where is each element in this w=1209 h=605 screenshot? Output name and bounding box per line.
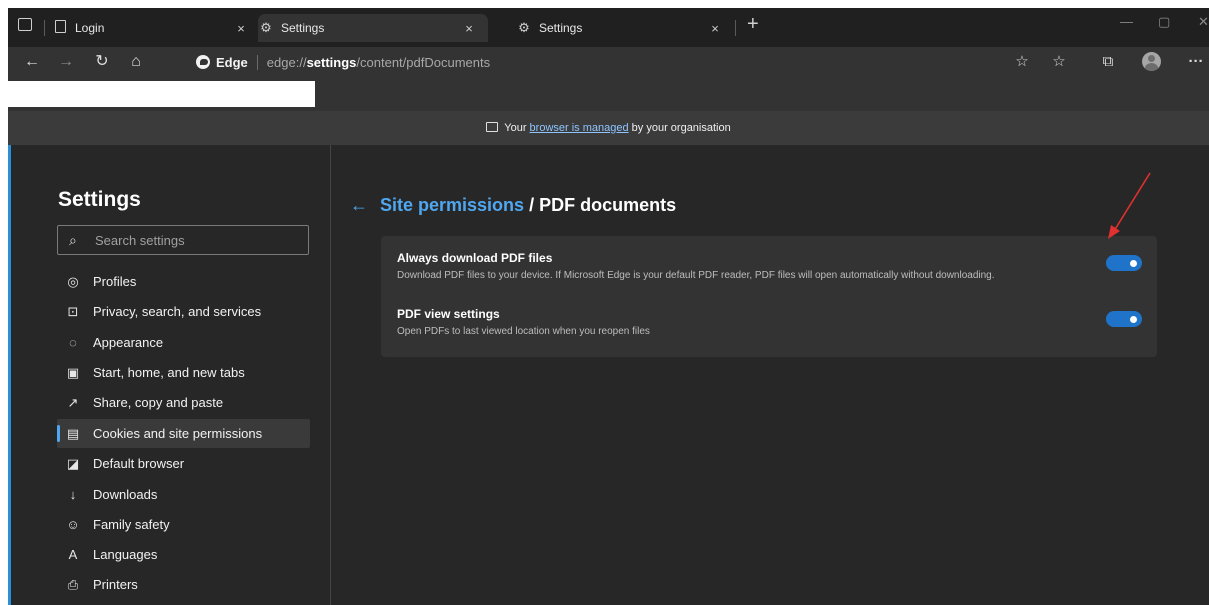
edge-logo-icon <box>196 55 210 69</box>
setting-description: Download PDF files to your device. If Mi… <box>397 270 995 281</box>
url-path: /content/pdfDocuments <box>356 54 491 70</box>
sidebar-item-label: Start, home, and new tabs <box>93 365 245 380</box>
url-prefix: edge:// <box>266 54 307 70</box>
always-download-toggle[interactable] <box>1106 255 1142 271</box>
setting-title: PDF view settings <box>397 307 500 321</box>
omnibox-separator <box>256 54 258 70</box>
tab-title: Settings <box>281 21 325 35</box>
sidebar-item-languages[interactable]: A Languages <box>57 540 310 569</box>
add-favorite-icon[interactable]: ☆ <box>1012 52 1032 72</box>
sidebar-item-label: Languages <box>93 547 158 562</box>
tab-title: Login <box>75 21 105 35</box>
search-box[interactable]: ⌕ <box>57 225 309 255</box>
sidebar-item-profiles[interactable]: ◎ Profiles <box>57 267 310 296</box>
refresh-button[interactable]: ↻ <box>92 52 112 72</box>
sidebar-item-label: Profiles <box>93 274 137 289</box>
search-input[interactable] <box>93 231 308 249</box>
sidebar-item-label: Appearance <box>93 335 164 350</box>
favorites-bar <box>8 77 1209 111</box>
setting-always-download-pdf: Always download PDF files Download PDF f… <box>397 251 1142 281</box>
annotation-arrow-icon <box>1108 172 1151 239</box>
maximize-button[interactable]: ▢ <box>1158 14 1170 30</box>
tab-settings[interactable]: ⚙ Settings × <box>516 14 722 42</box>
managed-link[interactable]: browser is managed <box>530 122 629 134</box>
address-bar[interactable]: Edge edge:// settings /content/pdfDocume… <box>196 51 490 73</box>
close-icon[interactable]: × <box>708 21 722 36</box>
back-button[interactable]: ← <box>22 52 42 72</box>
forward-button[interactable]: → <box>56 52 76 72</box>
sidebar-item-printers[interactable]: ⎙ Printers <box>57 570 310 599</box>
browser-window: Login × ⚙ Settings × ⚙ Settings × + — ▢ … <box>8 8 1209 605</box>
page-icon <box>52 20 68 36</box>
profile-avatar[interactable] <box>1142 52 1161 71</box>
sidebar-item-cookies[interactable]: ▤ Cookies and site permissions <box>57 419 310 448</box>
share-icon: ↗ <box>67 394 79 410</box>
sidebar-item-start-home[interactable]: ▣ Start, home, and new tabs <box>57 358 310 387</box>
sidebar-item-default-browser[interactable]: ◪ Default browser <box>57 449 310 478</box>
default-browser-icon: ◪ <box>66 455 80 471</box>
printer-icon: ⎙ <box>67 576 79 592</box>
back-arrow-icon[interactable]: ← <box>350 195 368 216</box>
tab-login[interactable]: Login × <box>52 14 248 42</box>
tab-actions-icon[interactable] <box>18 18 34 34</box>
setting-pdf-view: PDF view settings Open PDFs to last view… <box>397 307 1142 337</box>
sidebar-item-privacy[interactable]: ⊡ Privacy, search, and services <box>57 297 310 326</box>
gear-icon: ⚙ <box>260 20 272 35</box>
sidebar-item-appearance[interactable]: ◌ Appearance <box>57 328 310 357</box>
palette-icon: ◌ <box>69 335 77 350</box>
sidebar-item-label: Downloads <box>93 487 158 502</box>
pdf-view-toggle[interactable] <box>1106 311 1142 327</box>
settings-sidebar: Settings ⌕ ◎ Profiles ⊡ Privacy, search,… <box>11 145 331 605</box>
sidebar-item-label: Family safety <box>93 517 170 532</box>
sidebar-item-label: Printers <box>93 577 138 592</box>
breadcrumb-current: PDF documents <box>539 195 677 215</box>
download-icon: ↓ <box>69 487 77 502</box>
cookies-icon: ▤ <box>66 425 80 441</box>
tab-settings-active[interactable]: ⚙ Settings × <box>258 14 488 42</box>
close-icon[interactable]: × <box>462 21 476 36</box>
gear-icon: ⚙ <box>518 20 530 35</box>
collections-icon[interactable]: ⧉ <box>1098 52 1118 72</box>
tab-separator <box>735 20 736 36</box>
setting-description: Open PDFs to last viewed location when y… <box>397 326 650 337</box>
managed-banner: Your browser is managed by your organisa… <box>8 111 1209 145</box>
sidebar-item-share[interactable]: ↗ Share, copy and paste <box>57 388 310 417</box>
family-icon: ☺ <box>66 517 80 532</box>
languages-icon: A <box>68 547 78 562</box>
edge-label: Edge <box>216 54 248 70</box>
breadcrumb-separator: / <box>529 195 535 215</box>
close-window-button[interactable]: ✕ <box>1198 14 1209 30</box>
managed-prefix: Your <box>504 122 530 134</box>
navigation-bar: ← → ↻ ⌂ Edge edge:// settings /content/p… <box>8 47 1209 77</box>
close-icon[interactable]: × <box>234 21 248 36</box>
new-tab-button[interactable]: + <box>747 13 759 36</box>
breadcrumb-site-permissions[interactable]: Site permissions <box>380 195 524 216</box>
settings-content: Settings ⌕ ◎ Profiles ⊡ Privacy, search,… <box>8 145 1209 605</box>
sidebar-item-label: Share, copy and paste <box>93 395 224 410</box>
redacted-area <box>8 81 315 107</box>
favorites-icon[interactable]: ☆ <box>1049 52 1069 72</box>
sidebar-item-label: Privacy, search, and services <box>93 304 262 319</box>
sidebar-item-downloads[interactable]: ↓ Downloads <box>57 480 310 509</box>
managed-suffix: by your organisation <box>628 122 731 134</box>
lock-icon: ⊡ <box>67 303 79 319</box>
pdf-settings-card: Always download PDF files Download PDF f… <box>381 236 1157 357</box>
tab-strip: Login × ⚙ Settings × ⚙ Settings × + — ▢ … <box>8 8 1209 47</box>
briefcase-icon <box>486 122 499 132</box>
setting-title: Always download PDF files <box>397 251 553 265</box>
sidebar-item-label: Default browser <box>93 456 185 471</box>
url-host: settings <box>306 54 357 70</box>
profile-icon: ◎ <box>67 273 79 289</box>
sidebar-item-label: Cookies and site permissions <box>93 426 263 441</box>
search-icon: ⌕ <box>69 231 77 248</box>
start-home-icon: ▣ <box>66 364 80 380</box>
minimize-button[interactable]: — <box>1120 14 1133 29</box>
page-title: ← Site permissions / PDF documents <box>350 195 676 216</box>
more-options-icon[interactable]: ··· <box>1186 52 1206 72</box>
tab-title: Settings <box>539 21 583 35</box>
settings-title: Settings <box>58 188 141 211</box>
tab-separator <box>44 20 45 36</box>
home-button[interactable]: ⌂ <box>126 52 146 72</box>
sidebar-item-family[interactable]: ☺ Family safety <box>57 510 310 539</box>
